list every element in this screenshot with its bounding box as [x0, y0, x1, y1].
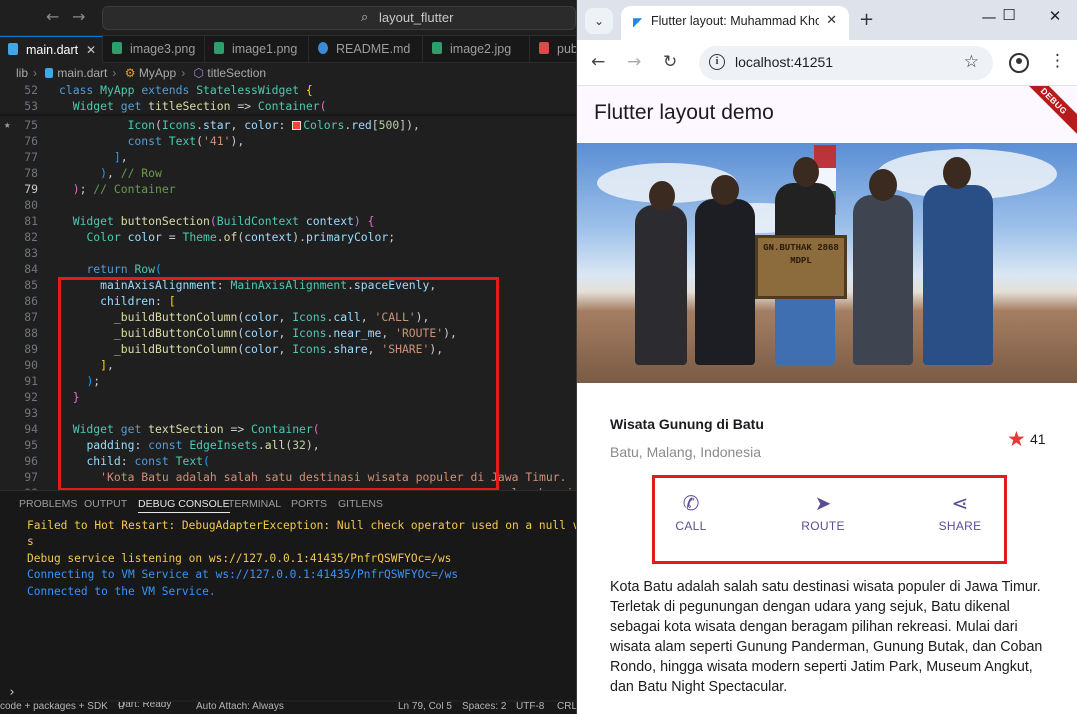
breadcrumb-item[interactable]: main.dart	[57, 66, 107, 80]
tab-label: README.md	[336, 42, 411, 56]
close-icon[interactable]: ✕	[826, 13, 837, 28]
tab-label: image2.jpg	[450, 42, 512, 56]
dart-file-icon	[8, 43, 18, 55]
reload-icon[interactable]: ↻	[663, 52, 677, 72]
search-icon: ⌕	[361, 9, 369, 24]
browser-toolbar: ← → ↻ i localhost:41251 ☆ ⋮	[577, 40, 1077, 86]
status-dart-label: Dart: Ready	[118, 702, 172, 710]
tab-main-dart[interactable]: main.dart ✕	[0, 36, 103, 63]
back-arrow-icon[interactable]: ←	[46, 8, 59, 26]
app-bar-title: Flutter layout demo	[594, 101, 774, 124]
place-location: Batu, Malang, Indonesia	[610, 444, 761, 460]
status-workspace[interactable]: code + packages + SDK	[0, 702, 108, 714]
yaml-file-icon	[539, 42, 549, 54]
status-eol[interactable]: CRLF	[557, 702, 576, 714]
vscode-titlebar: ← → ⌕ layout_flutter	[0, 0, 576, 36]
status-bar: code + packages + SDK {} Dart: Ready Aut…	[0, 702, 576, 714]
url-text: localhost:41251	[735, 54, 834, 70]
chrome-window: ⌄ ◤ Flutter layout: Muhammad Khoirul ✕ +…	[576, 0, 1077, 714]
maximize-icon[interactable]: ☐	[989, 6, 1029, 24]
profile-icon[interactable]	[1009, 53, 1029, 73]
image-file-icon	[214, 42, 224, 54]
star-icon: ★	[1007, 427, 1026, 451]
title-section: Wisata Gunung di Batu Batu, Malang, Indo…	[577, 383, 1077, 479]
summit-sign: GN.BUTHAK 2868 MDPL	[755, 235, 847, 299]
address-bar[interactable]: i localhost:41251 ☆	[699, 46, 993, 80]
search-text: layout_flutter	[379, 10, 454, 25]
breadcrumb: lib › main.dart › ⚙ MyApp › ⬡ titleSection	[16, 66, 267, 80]
tab-image1[interactable]: image1.png	[206, 36, 309, 63]
panel-tabs: PROBLEMS OUTPUT DEBUG CONSOLE TERMINAL P…	[0, 491, 576, 515]
vscode-window: ← → ⌕ layout_flutter main.dart ✕ image3.…	[0, 0, 576, 714]
status-auto-attach[interactable]: Auto Attach: Always	[196, 702, 284, 714]
status-position[interactable]: Ln 79, Col 5	[398, 702, 452, 714]
star-count: 41	[1030, 431, 1046, 447]
tab-problems[interactable]: PROBLEMS	[19, 498, 77, 510]
tab-label: pub	[557, 42, 576, 56]
breadcrumb-item[interactable]: MyApp	[139, 66, 176, 80]
color-swatch[interactable]	[292, 121, 302, 130]
method-icon: ⬡	[193, 66, 205, 80]
image-file-icon	[432, 42, 442, 54]
breadcrumb-item[interactable]: lib	[16, 66, 28, 80]
tab-pubspec[interactable]: pub	[531, 36, 576, 63]
tab-image3[interactable]: image3.png	[104, 36, 205, 63]
flutter-app: Flutter layout demo DEBUG GN.BUTHAK 2868…	[577, 86, 1077, 714]
tab-readme[interactable]: README.md	[310, 36, 423, 63]
back-arrow-icon[interactable]: ←	[591, 52, 605, 72]
new-tab-plus-icon[interactable]: +	[859, 9, 874, 30]
image-file-icon	[112, 42, 122, 54]
site-info-icon[interactable]: i	[709, 54, 725, 70]
breadcrumb-item[interactable]: titleSection	[207, 66, 266, 80]
console-line: Connected to the VM Service.	[27, 585, 216, 598]
tab-image2[interactable]: image2.jpg	[424, 36, 530, 63]
debug-panel: PROBLEMS OUTPUT DEBUG CONSOLE TERMINAL P…	[0, 490, 576, 700]
console-line: Debug service listening on ws://127.0.0.…	[27, 552, 452, 565]
description-text: Kota Batu adalah salah satu destinasi wi…	[610, 579, 1043, 695]
status-encoding[interactable]: UTF-8	[516, 702, 544, 714]
command-center-search[interactable]: ⌕ layout_flutter	[102, 6, 576, 30]
window-close-icon[interactable]: ✕	[1035, 7, 1075, 25]
more-menu-icon[interactable]: ⋮	[1049, 52, 1066, 70]
tab-label: image1.png	[232, 42, 298, 56]
tab-strip: ⌄ ◤ Flutter layout: Muhammad Khoirul ✕ +…	[577, 0, 1077, 40]
app-bar: Flutter layout demo	[577, 86, 1077, 142]
hero-photo: GN.BUTHAK 2868 MDPL	[577, 143, 1077, 383]
close-icon[interactable]: ✕	[86, 37, 96, 64]
tab-output[interactable]: OUTPUT	[84, 498, 127, 510]
editor-tabs: main.dart ✕ image3.png image1.png README…	[0, 36, 576, 63]
tab-search-chevron-icon[interactable]: ⌄	[585, 8, 613, 34]
tab-gitlens[interactable]: GITLENS	[338, 498, 383, 510]
class-icon: ⚙	[124, 66, 136, 80]
console-prompt-icon[interactable]: ›	[8, 685, 16, 700]
bookmark-star-icon[interactable]: ☆	[964, 52, 979, 72]
info-file-icon	[318, 42, 328, 54]
browser-tab[interactable]: ◤ Flutter layout: Muhammad Khoirul ✕	[621, 6, 849, 40]
browser-tab-title: Flutter layout: Muhammad Khoirul	[651, 14, 819, 28]
console-line: Failed to Hot Restart: DebugAdapterExcep…	[27, 519, 576, 532]
highlight-box	[58, 277, 499, 491]
forward-arrow-icon[interactable]: →	[627, 52, 641, 72]
console-line: s	[27, 535, 34, 548]
code-editor[interactable]: 52 class MyApp extends StatelessWidget { …	[0, 82, 576, 500]
console-line: Connecting to VM Service at ws://127.0.0…	[27, 568, 459, 581]
flutter-icon: ◤	[633, 15, 643, 29]
tab-debug-console[interactable]: DEBUG CONSOLE	[138, 498, 230, 513]
tab-ports[interactable]: PORTS	[291, 498, 327, 510]
place-name: Wisata Gunung di Batu	[610, 416, 764, 432]
tab-terminal[interactable]: TERMINAL	[228, 498, 281, 510]
dart-file-icon	[45, 68, 54, 78]
highlight-box	[652, 475, 1007, 564]
status-spaces[interactable]: Spaces: 2	[462, 702, 506, 714]
tab-label: main.dart	[26, 43, 79, 57]
tab-label: image3.png	[130, 42, 196, 56]
forward-arrow-icon[interactable]: →	[72, 8, 85, 26]
